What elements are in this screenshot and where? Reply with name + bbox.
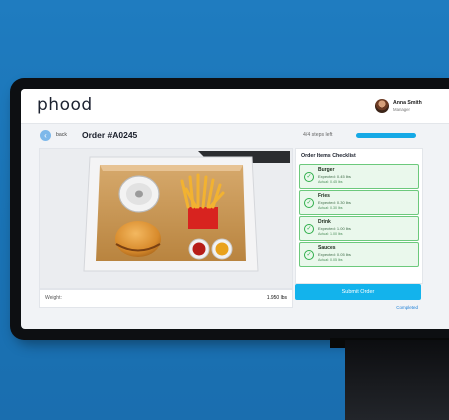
item-actual: Actual: 1.00 lbs [318, 232, 343, 236]
app-logo: phood [37, 95, 93, 115]
user-role: Manager [393, 107, 410, 112]
completed-link[interactable]: Completed [396, 305, 418, 310]
order-items-checklist: Order Items Checklist ✓ Burger Expected:… [295, 148, 423, 284]
weight-value: 1.950 lbs [266, 295, 287, 301]
food-tray-image [40, 149, 292, 288]
monitor-stand [345, 340, 449, 420]
weight-label: Weight: [45, 295, 62, 301]
chevron-left-icon: ‹ [44, 131, 47, 140]
checklist-title: Order Items Checklist [301, 153, 356, 159]
order-title: Order #A0245 [82, 130, 138, 140]
checklist-item-burger[interactable]: ✓ Burger Expected: 0.45 lbs Actual: 0.45… [299, 164, 419, 189]
item-actual: Actual: 0.30 lbs [318, 206, 343, 210]
back-button[interactable]: ‹ [40, 130, 51, 141]
steps-label: 4/4 steps left [303, 132, 333, 138]
check-icon: ✓ [304, 224, 314, 234]
weight-bar: Weight: 1.950 lbs [39, 289, 293, 308]
item-expected: Expected: 0.05 lbs [318, 252, 351, 257]
checklist-item-fries[interactable]: ✓ Fries Expected: 0.30 lbs Actual: 0.30 … [299, 190, 419, 215]
item-actual: Actual: 0.05 lbs [318, 258, 343, 262]
checklist-item-drink[interactable]: ✓ Drink Expected: 1.00 lbs Actual: 1.00 … [299, 216, 419, 241]
check-icon: ✓ [304, 250, 314, 260]
app-screen: phood Anna Smith Manager ‹ back Order #A… [21, 89, 449, 329]
item-name: Drink [318, 219, 331, 225]
submit-order-button[interactable]: Submit Order [295, 284, 421, 300]
checklist-item-sauces[interactable]: ✓ Sauces Expected: 0.05 lbs Actual: 0.05… [299, 242, 419, 267]
progress-bar [356, 133, 416, 138]
item-actual: Actual: 0.45 lbs [318, 180, 343, 184]
item-expected: Expected: 0.30 lbs [318, 200, 351, 205]
avatar[interactable] [375, 99, 389, 113]
item-name: Fries [318, 193, 330, 199]
item-expected: Expected: 0.45 lbs [318, 174, 351, 179]
check-icon: ✓ [304, 198, 314, 208]
top-bar: phood Anna Smith Manager [21, 89, 449, 124]
check-icon: ✓ [304, 172, 314, 182]
item-name: Sauces [318, 245, 336, 251]
progress-fill [356, 133, 416, 138]
user-name: Anna Smith [393, 100, 422, 106]
item-name: Burger [318, 167, 335, 173]
user-profile[interactable]: Anna Smith Manager [375, 98, 431, 116]
item-expected: Expected: 1.00 lbs [318, 226, 351, 231]
back-label[interactable]: back [56, 132, 67, 138]
food-image-panel [39, 148, 293, 289]
